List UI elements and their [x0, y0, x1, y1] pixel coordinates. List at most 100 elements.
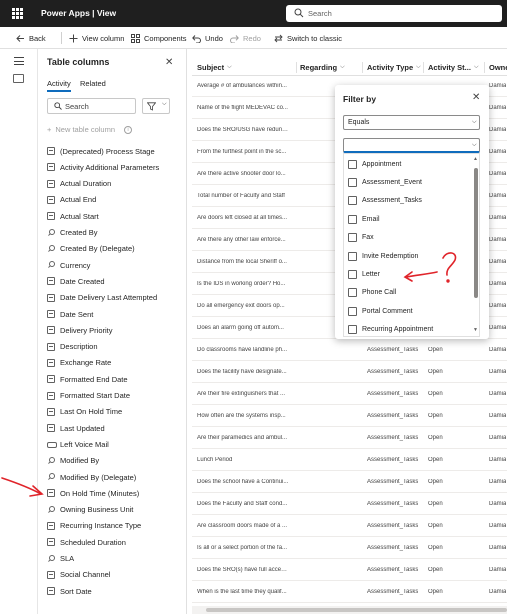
column-list-item[interactable]: Formatted Start Date	[47, 390, 130, 402]
scroll-up-icon[interactable]: ▲	[473, 156, 478, 162]
table-row[interactable]: Does the Faculty and Staff cond... Assess…	[192, 494, 507, 515]
column-list-item[interactable]: Activity Additional Parameters	[47, 161, 159, 173]
table-row[interactable]: Does the SRO(s) have full access... Asses…	[192, 560, 507, 581]
column-divider[interactable]	[296, 62, 297, 73]
filter-option[interactable]: Assessment_Event	[348, 176, 422, 188]
filter-option[interactable]: Portal Comment	[348, 305, 413, 317]
column-list-item[interactable]: Last Updated	[47, 422, 105, 434]
column-list-item[interactable]: Date Created	[47, 275, 105, 287]
filter-option[interactable]: Email	[348, 213, 380, 225]
field-icon	[47, 179, 55, 188]
tab-related[interactable]: Related	[80, 79, 106, 88]
column-list-item[interactable]: Last On Hold Time	[47, 406, 122, 418]
switch-classic-button[interactable]: Switch to classic	[274, 32, 342, 44]
table-row[interactable]: Does the facility have designate... Asses…	[192, 362, 507, 383]
global-search-input[interactable]: Search	[286, 5, 502, 22]
column-list-item[interactable]: On Hold Time (Minutes)	[47, 487, 139, 499]
filter-option[interactable]: Phone Call	[348, 287, 396, 299]
column-header-subject[interactable]: Subject ⌵	[197, 63, 232, 72]
column-divider[interactable]	[362, 62, 363, 73]
close-icon[interactable]: ✕	[472, 92, 480, 103]
column-list-item[interactable]: (Deprecated) Process Stage	[47, 145, 155, 157]
column-list-item[interactable]: Actual End	[47, 194, 96, 206]
column-header-activity-type[interactable]: Activity Type ⌵	[367, 63, 421, 72]
checkbox[interactable]	[348, 233, 357, 243]
column-list-item[interactable]: Created By	[47, 227, 98, 239]
table-row[interactable]: Do classrooms have landline ph... Assessm…	[192, 340, 507, 361]
column-list-item[interactable]: Currency	[47, 259, 90, 271]
lookup-icon	[47, 505, 55, 514]
column-list-item[interactable]: Date Delivery Last Attempted	[47, 292, 157, 304]
column-list-item[interactable]: Actual Start	[47, 210, 99, 222]
column-list-item[interactable]: Date Sent	[47, 308, 93, 320]
tab-activity[interactable]: Activity	[47, 79, 71, 92]
horizontal-scrollbar[interactable]	[192, 606, 507, 614]
column-header-activity-status[interactable]: Activity St... ⌵	[428, 63, 479, 72]
column-list-item[interactable]: Description	[47, 341, 98, 353]
back-button[interactable]: Back	[16, 32, 46, 44]
table-row[interactable]: Are their paramedics and ambul... Assessm…	[192, 428, 507, 449]
filter-option[interactable]: Recurring Appointment	[348, 324, 433, 336]
filter-option[interactable]: Fax	[348, 232, 374, 244]
table-row[interactable]: Lunch Period Assessment_Tasks Open Damia	[192, 450, 507, 471]
column-list-item[interactable]: Social Channel	[47, 569, 110, 581]
column-list-item[interactable]: Owning Business Unit	[47, 504, 133, 516]
filter-option[interactable]: Appointment	[348, 158, 401, 170]
checkbox[interactable]	[348, 325, 357, 335]
chevron-down-icon: ⌵	[472, 119, 477, 125]
table-row[interactable]: When is the last time they qualif... Asse…	[192, 582, 507, 603]
redo-button[interactable]: Redo	[230, 32, 261, 44]
column-list-item[interactable]: SLA	[47, 553, 74, 565]
scroll-down-icon[interactable]: ▼	[473, 327, 478, 333]
filter-option[interactable]: Assessment_Tasks	[348, 195, 422, 207]
checkbox[interactable]	[348, 251, 357, 261]
checkbox[interactable]	[348, 269, 357, 279]
table-row[interactable]: How often are the systems insp... Assessm…	[192, 406, 507, 427]
column-list-item[interactable]: Delivery Priority	[47, 324, 113, 336]
table-row[interactable]: Is all or a select portion of the fa... A…	[192, 538, 507, 559]
checkbox[interactable]	[348, 196, 357, 206]
filter-operator-select[interactable]: Equals ⌵	[343, 115, 480, 130]
column-list-item[interactable]: Sort Date	[47, 585, 92, 597]
page-icon[interactable]	[13, 74, 24, 83]
view-column-button[interactable]: View column	[69, 32, 124, 44]
filter-value-select[interactable]: ⌵	[343, 138, 480, 153]
checkbox[interactable]	[348, 177, 357, 187]
scrollbar-thumb[interactable]	[474, 168, 478, 298]
column-header-owner[interactable]: Owne	[489, 63, 507, 72]
new-table-column-button[interactable]: + New table column i	[47, 125, 133, 134]
column-header-regarding[interactable]: Regarding ⌵	[300, 63, 345, 72]
options-scrollbar[interactable]: ▲ ▼	[472, 154, 480, 336]
column-list-item[interactable]: Formatted End Date	[47, 373, 128, 385]
table-row[interactable]: Are their fire extinguishers that ... Ass…	[192, 384, 507, 405]
table-row[interactable]: Are classroom doors made of a ... Assessm…	[192, 516, 507, 537]
column-divider[interactable]	[484, 62, 485, 73]
filter-option[interactable]: Letter	[348, 268, 380, 280]
checkbox[interactable]	[348, 159, 357, 169]
column-list-item[interactable]: Exchange Rate	[47, 357, 111, 369]
column-list-item[interactable]: Created By (Delegate)	[47, 243, 135, 255]
hamburger-menu-icon[interactable]	[14, 57, 24, 65]
column-list-item[interactable]: Recurring Instance Type	[47, 520, 141, 532]
column-list-item[interactable]: Scheduled Duration	[47, 536, 126, 548]
column-list-item[interactable]: Modified By (Delegate)	[47, 471, 136, 483]
checkbox[interactable]	[348, 306, 357, 316]
app-launcher-icon[interactable]	[12, 8, 23, 19]
components-button[interactable]: Components	[131, 32, 187, 44]
filter-option[interactable]: Invite Redemption	[348, 250, 418, 262]
column-list-item[interactable]: Modified By	[47, 455, 99, 467]
scrollbar-thumb[interactable]	[206, 608, 507, 612]
column-list-item[interactable]: Actual Duration	[47, 178, 111, 190]
column-search-input[interactable]: Search	[47, 98, 136, 114]
column-filter-button[interactable]: ⌵	[142, 98, 170, 114]
column-list-item-label: Recurring Instance Type	[60, 521, 142, 531]
table-row[interactable]: Does the school have a Continui... Assess…	[192, 472, 507, 493]
new-table-column-label: New table column	[55, 125, 116, 134]
column-list-item[interactable]: Left Voice Mail	[47, 438, 109, 450]
info-icon[interactable]: i	[124, 125, 133, 134]
column-divider[interactable]	[423, 62, 424, 73]
undo-button[interactable]: Undo	[192, 32, 223, 44]
checkbox[interactable]	[348, 214, 357, 224]
checkbox[interactable]	[348, 288, 357, 298]
close-icon[interactable]: ✕	[165, 57, 173, 68]
